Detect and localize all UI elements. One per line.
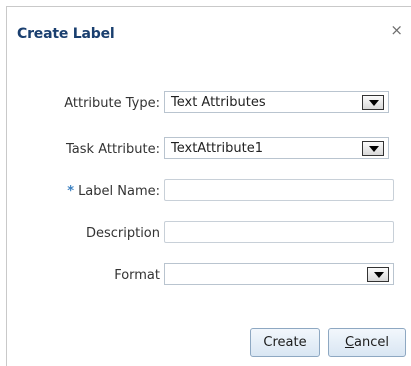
- chevron-down-icon[interactable]: [362, 141, 384, 156]
- format-label: Format: [114, 268, 160, 283]
- label-name-label-wrap: * Label Name:: [7, 180, 160, 204]
- format-select[interactable]: [164, 263, 394, 285]
- cancel-button[interactable]: Cancel: [328, 328, 406, 357]
- task-attribute-select[interactable]: TextAttribute1: [164, 137, 389, 159]
- description-label: Description: [85, 226, 160, 241]
- close-icon[interactable]: ×: [390, 23, 403, 38]
- format-label-wrap: Format: [7, 264, 160, 288]
- attribute-type-label-wrap: Attribute Type:: [7, 92, 160, 116]
- attribute-type-select[interactable]: Text Attributes: [164, 91, 389, 113]
- chevron-down-icon[interactable]: [362, 95, 384, 110]
- label-name-label-group: * Label Name:: [67, 184, 160, 199]
- attribute-type-label: Attribute Type:: [64, 96, 160, 111]
- task-attribute-label-wrap: Task Attribute:: [7, 138, 160, 162]
- task-attribute-label: Task Attribute:: [66, 142, 160, 157]
- required-marker: *: [67, 184, 75, 199]
- create-button[interactable]: Create: [250, 328, 320, 357]
- cancel-accelerator: C: [344, 335, 355, 350]
- create-label-dialog: Create Label × Attribute Type: Text Attr…: [6, 6, 411, 366]
- cancel-label-rest: ancel: [354, 335, 390, 350]
- label-name-input[interactable]: [164, 179, 394, 201]
- description-label-wrap: Description: [7, 222, 160, 246]
- task-attribute-value: TextAttribute1: [171, 141, 263, 156]
- attribute-type-value: Text Attributes: [171, 95, 266, 110]
- label-name-label: Label Name:: [78, 184, 160, 199]
- description-input[interactable]: [164, 221, 394, 243]
- dialog-title: Create Label: [17, 26, 115, 42]
- chevron-down-icon[interactable]: [367, 267, 389, 282]
